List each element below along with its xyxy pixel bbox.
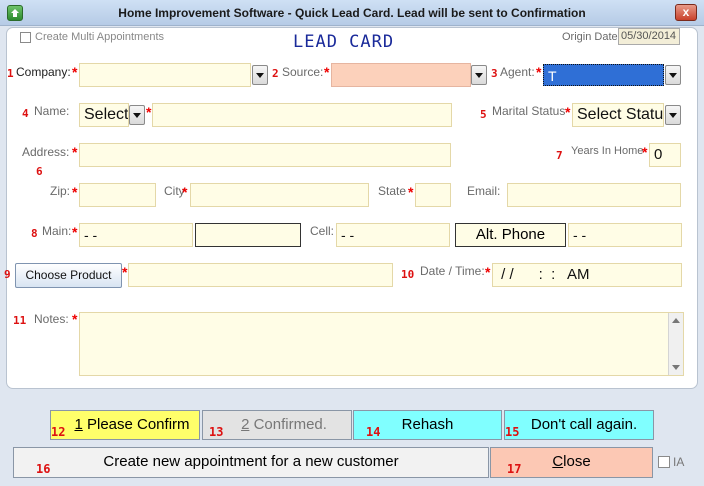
dont-call-again-label: Don't call again. bbox=[530, 416, 638, 433]
new-customer-appointment-label: Create new appointment for a new custome… bbox=[103, 453, 399, 470]
zip-required-mark: * bbox=[72, 184, 78, 200]
confirmed-label: Confirmed. bbox=[249, 416, 327, 433]
rehash-button[interactable]: 14 Rehash bbox=[353, 410, 502, 440]
product-required-mark: * bbox=[122, 264, 128, 280]
years-in-home-label: Years In Home bbox=[571, 145, 644, 157]
please-confirm-button[interactable]: 12 1 Please Confirm bbox=[50, 410, 200, 440]
state-input[interactable] bbox=[415, 183, 451, 207]
company-required-mark: * bbox=[72, 64, 78, 80]
marital-dropdown-button[interactable] bbox=[665, 105, 681, 125]
please-confirm-hotkey: 1 bbox=[74, 416, 83, 433]
please-confirm-label: Please Confirm bbox=[82, 416, 190, 433]
source-combo[interactable] bbox=[331, 63, 471, 87]
source-dropdown-button[interactable] bbox=[471, 65, 487, 85]
address-required-mark: * bbox=[72, 144, 78, 160]
new-customer-appointment-button[interactable]: 16 Create new appointment for a new cust… bbox=[13, 447, 489, 478]
marital-status-label: Marital Status bbox=[492, 104, 566, 118]
date-time-label: Date / Time: bbox=[420, 264, 485, 278]
card-title: LEAD CARD bbox=[293, 32, 395, 52]
window-close-button[interactable]: x bbox=[675, 4, 697, 21]
marital-required-mark: * bbox=[565, 104, 571, 120]
email-input[interactable] bbox=[507, 183, 681, 207]
field-number-3: 3 bbox=[491, 67, 498, 80]
ia-label: IA bbox=[673, 455, 685, 469]
choose-product-button[interactable]: Choose Product bbox=[15, 263, 122, 288]
agent-label: Agent: bbox=[500, 65, 535, 79]
notes-scrollbar[interactable] bbox=[668, 313, 683, 375]
field-number-16: 16 bbox=[36, 462, 51, 476]
main-phone-label: Main: bbox=[42, 224, 72, 238]
field-number-10: 10 bbox=[401, 268, 415, 281]
field-number-8: 8 bbox=[31, 227, 38, 240]
name-prefix-dropdown-button[interactable] bbox=[129, 105, 145, 125]
agent-dropdown-button[interactable] bbox=[665, 65, 681, 85]
main-phone-ext-input[interactable] bbox=[195, 223, 301, 247]
email-label: Email: bbox=[467, 184, 501, 198]
cell-phone-label: Cell: bbox=[310, 224, 335, 238]
date-time-required-mark: * bbox=[485, 264, 491, 280]
city-input[interactable] bbox=[190, 183, 369, 207]
field-number-4: 4 bbox=[22, 107, 29, 120]
state-required-mark: * bbox=[408, 184, 414, 200]
name-prefix-select[interactable]: Select bbox=[79, 103, 129, 127]
confirmed-button[interactable]: 13 2 Confirmed. bbox=[202, 410, 352, 440]
marital-status-select[interactable]: Select Status bbox=[572, 103, 664, 127]
field-number-7: 7 bbox=[556, 149, 563, 162]
state-label: State bbox=[378, 184, 407, 198]
name-required-mark: * bbox=[146, 104, 152, 120]
rehash-label: Rehash bbox=[401, 416, 454, 433]
address-input[interactable] bbox=[79, 143, 451, 167]
field-number-17: 17 bbox=[507, 462, 522, 476]
alt-phone-label-box[interactable]: Alt. Phone bbox=[455, 223, 566, 247]
address-label: Address: bbox=[22, 145, 70, 159]
company-label: Company: bbox=[16, 65, 71, 79]
scroll-down-icon[interactable] bbox=[672, 365, 680, 370]
field-number-13: 13 bbox=[209, 425, 224, 439]
company-combo[interactable] bbox=[79, 63, 251, 87]
window-title: Home Improvement Software - Quick Lead C… bbox=[118, 6, 586, 20]
field-number-12: 12 bbox=[51, 425, 66, 439]
main-required-mark: * bbox=[72, 224, 78, 240]
field-number-11: 11 bbox=[13, 314, 27, 327]
company-dropdown-button[interactable] bbox=[252, 65, 268, 85]
cell-phone-input[interactable]: - - bbox=[336, 223, 450, 247]
field-number-9: 9 bbox=[4, 268, 11, 281]
create-multi-checkbox[interactable] bbox=[20, 32, 31, 43]
origin-date-value: 05/30/2014 bbox=[618, 28, 680, 45]
origin-date-label: Origin Date: bbox=[562, 31, 621, 43]
close-label: lose bbox=[563, 453, 591, 470]
zip-input[interactable] bbox=[79, 183, 156, 207]
agent-combo[interactable]: T bbox=[543, 64, 664, 86]
create-multi-label: Create Multi Appointments bbox=[35, 31, 165, 43]
close-button[interactable]: 17 Close bbox=[490, 447, 653, 478]
years-required-mark: * bbox=[642, 144, 648, 160]
agent-required-mark: * bbox=[536, 64, 542, 80]
close-hotkey: C bbox=[552, 453, 564, 470]
scroll-up-icon[interactable] bbox=[672, 318, 680, 323]
name-input[interactable] bbox=[152, 103, 452, 127]
window-titlebar: Home Improvement Software - Quick Lead C… bbox=[0, 0, 704, 26]
alt-phone-input[interactable]: - - bbox=[568, 223, 682, 247]
main-phone-input[interactable]: - - bbox=[79, 223, 193, 247]
notes-label: Notes: bbox=[34, 312, 69, 326]
ia-checkbox[interactable] bbox=[658, 456, 670, 468]
field-number-6: 6 bbox=[36, 165, 43, 178]
zip-label: Zip: bbox=[50, 184, 71, 198]
notes-required-mark: * bbox=[72, 311, 78, 327]
name-label: Name: bbox=[34, 104, 70, 118]
date-time-input[interactable]: / / : : AM bbox=[492, 263, 682, 287]
field-number-1: 1 bbox=[7, 67, 14, 80]
field-number-5: 5 bbox=[480, 108, 487, 121]
field-number-14: 14 bbox=[366, 425, 381, 439]
source-label: Source: bbox=[282, 65, 324, 79]
dont-call-again-button[interactable]: 15 Don't call again. bbox=[504, 410, 654, 440]
field-number-15: 15 bbox=[505, 425, 520, 439]
notes-textarea[interactable] bbox=[79, 312, 684, 376]
source-required-mark: * bbox=[324, 64, 330, 80]
years-in-home-input[interactable]: 0 bbox=[649, 143, 681, 167]
city-required-mark: * bbox=[182, 184, 188, 200]
field-number-2: 2 bbox=[272, 67, 279, 80]
product-input[interactable] bbox=[128, 263, 393, 287]
